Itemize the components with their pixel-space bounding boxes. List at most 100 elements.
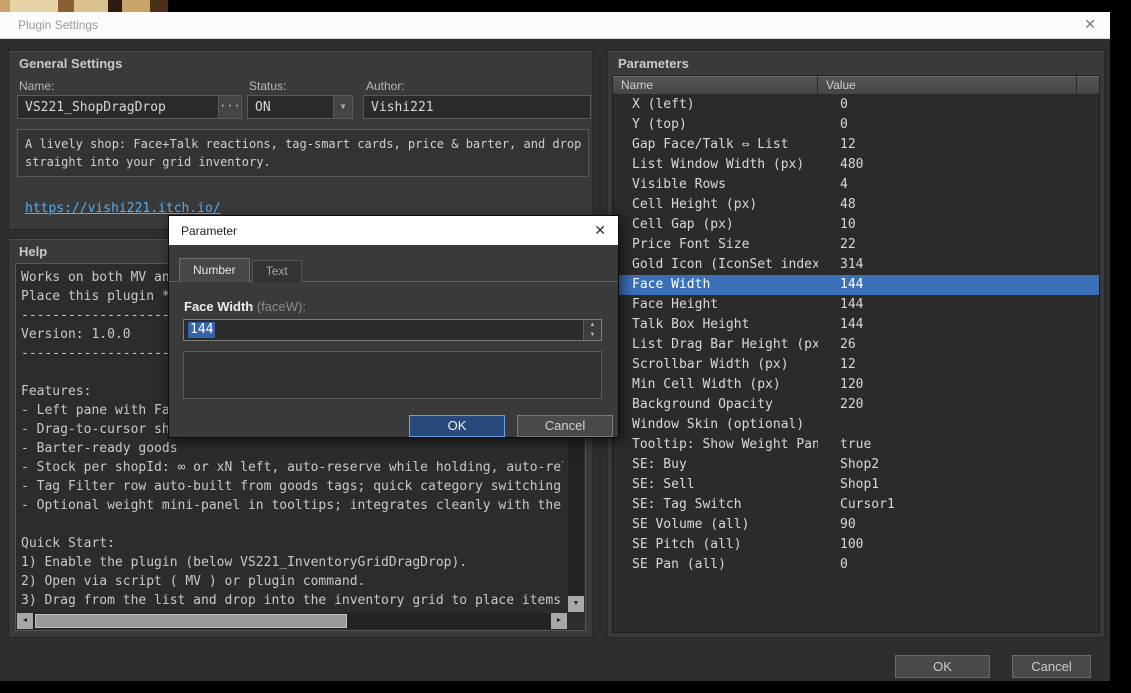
param-row[interactable]: SE Pan (all) 0 bbox=[613, 555, 1099, 575]
param-name-cell: Cell Gap (px) bbox=[632, 217, 734, 232]
parameters-table-header: Name Value bbox=[613, 76, 1099, 95]
parameters-title: Parameters bbox=[618, 56, 689, 71]
horizontal-scrollbar-thumb[interactable] bbox=[35, 614, 347, 628]
param-value-cell: 48 bbox=[840, 197, 856, 212]
author-input[interactable]: Vishi221 bbox=[363, 95, 591, 119]
param-name-cell: Min Cell Width (px) bbox=[632, 377, 781, 392]
param-name-cell: Tooltip: Show Weight Panel bbox=[632, 437, 818, 452]
param-row[interactable]: X (left) 0 bbox=[613, 95, 1099, 115]
window-title: Plugin Settings bbox=[18, 18, 99, 32]
param-row[interactable]: Tooltip: Show Weight Panel true bbox=[613, 435, 1099, 455]
param-value-cell: 120 bbox=[840, 377, 864, 392]
param-row[interactable]: Cell Height (px) 48 bbox=[613, 195, 1099, 215]
description-line1: A lively shop: Face+Talk reactions, tag-… bbox=[25, 137, 582, 151]
scroll-down-icon[interactable]: ▼ bbox=[568, 596, 584, 612]
close-icon[interactable]: ✕ bbox=[1084, 16, 1096, 33]
param-row[interactable]: SE: Sell Shop1 bbox=[613, 475, 1099, 495]
param-row[interactable]: SE: Buy Shop2 bbox=[613, 455, 1099, 475]
param-row[interactable]: Price Font Size 22 bbox=[613, 235, 1099, 255]
description-box: A lively shop: Face+Talk reactions, tag-… bbox=[17, 129, 589, 177]
param-name-cell: Face Height bbox=[632, 297, 719, 312]
help-text-line: Quick Start: bbox=[21, 536, 115, 551]
browse-button[interactable]: ··· bbox=[218, 96, 241, 118]
name-label: Name: bbox=[19, 79, 55, 93]
param-row[interactable]: Gap Face/Talk ⇔ List 12 bbox=[613, 135, 1099, 155]
param-value-cell: 480 bbox=[840, 157, 864, 172]
param-value-cell: Shop2 bbox=[840, 457, 880, 472]
param-value-cell: 12 bbox=[840, 357, 856, 372]
cancel-button[interactable]: Cancel bbox=[1012, 655, 1091, 678]
name-value: VS221_ShopDragDrop bbox=[25, 100, 166, 115]
dialog-cancel-button[interactable]: Cancel bbox=[517, 415, 613, 437]
help-text-line bbox=[21, 515, 563, 534]
help-text-line: 1) Enable the plugin (below VS221_Invent… bbox=[21, 555, 468, 570]
param-row[interactable]: List Drag Bar Height (px) 26 bbox=[613, 335, 1099, 355]
spinner-buttons[interactable]: ▲ ▼ bbox=[583, 320, 601, 340]
param-name-cell: Background Opacity bbox=[632, 397, 773, 412]
param-value-cell: Cursor1 bbox=[840, 497, 895, 512]
tab-text[interactable]: Text bbox=[251, 260, 302, 282]
scroll-left-icon[interactable]: ◄ bbox=[17, 613, 33, 629]
tab-number[interactable]: Number bbox=[179, 258, 250, 282]
param-name-cell: Gap Face/Talk ⇔ List bbox=[632, 137, 789, 152]
param-value-cell: 100 bbox=[840, 537, 864, 552]
status-label: Status: bbox=[249, 79, 287, 93]
param-row[interactable]: SE Pitch (all) 100 bbox=[613, 535, 1099, 555]
help-horizontal-scrollbar[interactable]: ◄ ► bbox=[17, 613, 567, 629]
value-selected-text: 144 bbox=[188, 322, 216, 338]
param-value-cell: Shop1 bbox=[840, 477, 880, 492]
column-header-name[interactable]: Name bbox=[613, 76, 818, 95]
param-row[interactable]: Y (top) 0 bbox=[613, 115, 1099, 135]
param-row[interactable]: Face Width 144 bbox=[613, 275, 1099, 295]
param-row[interactable]: Face Height 144 bbox=[613, 295, 1099, 315]
param-row[interactable]: Cell Gap (px) 10 bbox=[613, 215, 1099, 235]
field-label: Face Width (faceW): bbox=[184, 299, 306, 314]
tab-bar: Number Text bbox=[179, 258, 302, 282]
param-value-cell: 0 bbox=[840, 117, 848, 132]
param-row[interactable]: SE Volume (all) 90 bbox=[613, 515, 1099, 535]
param-row[interactable]: Talk Box Height 144 bbox=[613, 315, 1099, 335]
value-description-box bbox=[183, 351, 602, 399]
param-name-cell: Price Font Size bbox=[632, 237, 750, 252]
parameters-panel: Parameters Name Value X (left) 0 Y (top) 0 G… bbox=[607, 50, 1105, 638]
param-row[interactable]: Min Cell Width (px) 120 bbox=[613, 375, 1099, 395]
param-row[interactable]: Visible Rows 4 bbox=[613, 175, 1099, 195]
screen: Plugin Settings ✕ General Settings Name:… bbox=[0, 0, 1131, 693]
field-label-hint-text: (faceW): bbox=[256, 299, 306, 314]
param-name-cell: SE: Tag Switch bbox=[632, 497, 742, 512]
param-value-cell: 10 bbox=[840, 217, 856, 232]
value-spinner-input[interactable]: 144 ▲ ▼ bbox=[183, 319, 602, 341]
param-name-cell: SE Pitch (all) bbox=[632, 537, 742, 552]
param-row[interactable]: List Window Width (px) 480 bbox=[613, 155, 1099, 175]
spin-down-icon[interactable]: ▼ bbox=[584, 330, 601, 340]
dialog-close-icon[interactable]: ✕ bbox=[594, 222, 606, 239]
param-value-cell: 314 bbox=[840, 257, 864, 272]
general-settings-panel: General Settings Name: Status: Author: V… bbox=[8, 50, 593, 230]
help-text-line: - Barter-ready goods bbox=[21, 441, 178, 456]
description-line2: straight into your grid inventory. bbox=[25, 155, 271, 169]
param-row[interactable]: SE: Tag Switch Cursor1 bbox=[613, 495, 1099, 515]
param-value-cell: 144 bbox=[840, 317, 864, 332]
scroll-right-icon[interactable]: ► bbox=[551, 613, 567, 629]
dialog-ok-button[interactable]: OK bbox=[409, 415, 505, 437]
spin-up-icon[interactable]: ▲ bbox=[584, 320, 601, 330]
param-row[interactable]: Window Skin (optional) bbox=[613, 415, 1099, 435]
author-label: Author: bbox=[366, 79, 405, 93]
ok-button[interactable]: OK bbox=[895, 655, 990, 678]
param-value-cell: 220 bbox=[840, 397, 864, 412]
param-value-cell: 144 bbox=[840, 297, 864, 312]
param-row[interactable]: Scrollbar Width (px) 12 bbox=[613, 355, 1099, 375]
param-name-cell: Visible Rows bbox=[632, 177, 726, 192]
parameter-dialog-title: Parameter bbox=[181, 224, 238, 238]
param-row[interactable]: Gold Icon (IconSet index) 314 bbox=[613, 255, 1099, 275]
parameter-dialog-titlebar: Parameter ✕ bbox=[169, 216, 618, 245]
status-select[interactable]: ON ▼ bbox=[247, 95, 353, 119]
param-row[interactable]: Background Opacity 220 bbox=[613, 395, 1099, 415]
plugin-link[interactable]: https://vishi221.itch.io/ bbox=[25, 201, 221, 216]
help-text-line: - Stock per shopId: ∞ or xN left, auto-r… bbox=[21, 460, 563, 475]
param-value-cell: true bbox=[840, 437, 872, 452]
author-value: Vishi221 bbox=[371, 100, 434, 115]
window-titlebar: Plugin Settings ✕ bbox=[0, 12, 1110, 39]
name-input[interactable]: VS221_ShopDragDrop ··· bbox=[17, 95, 242, 119]
column-header-value[interactable]: Value bbox=[818, 76, 1077, 95]
